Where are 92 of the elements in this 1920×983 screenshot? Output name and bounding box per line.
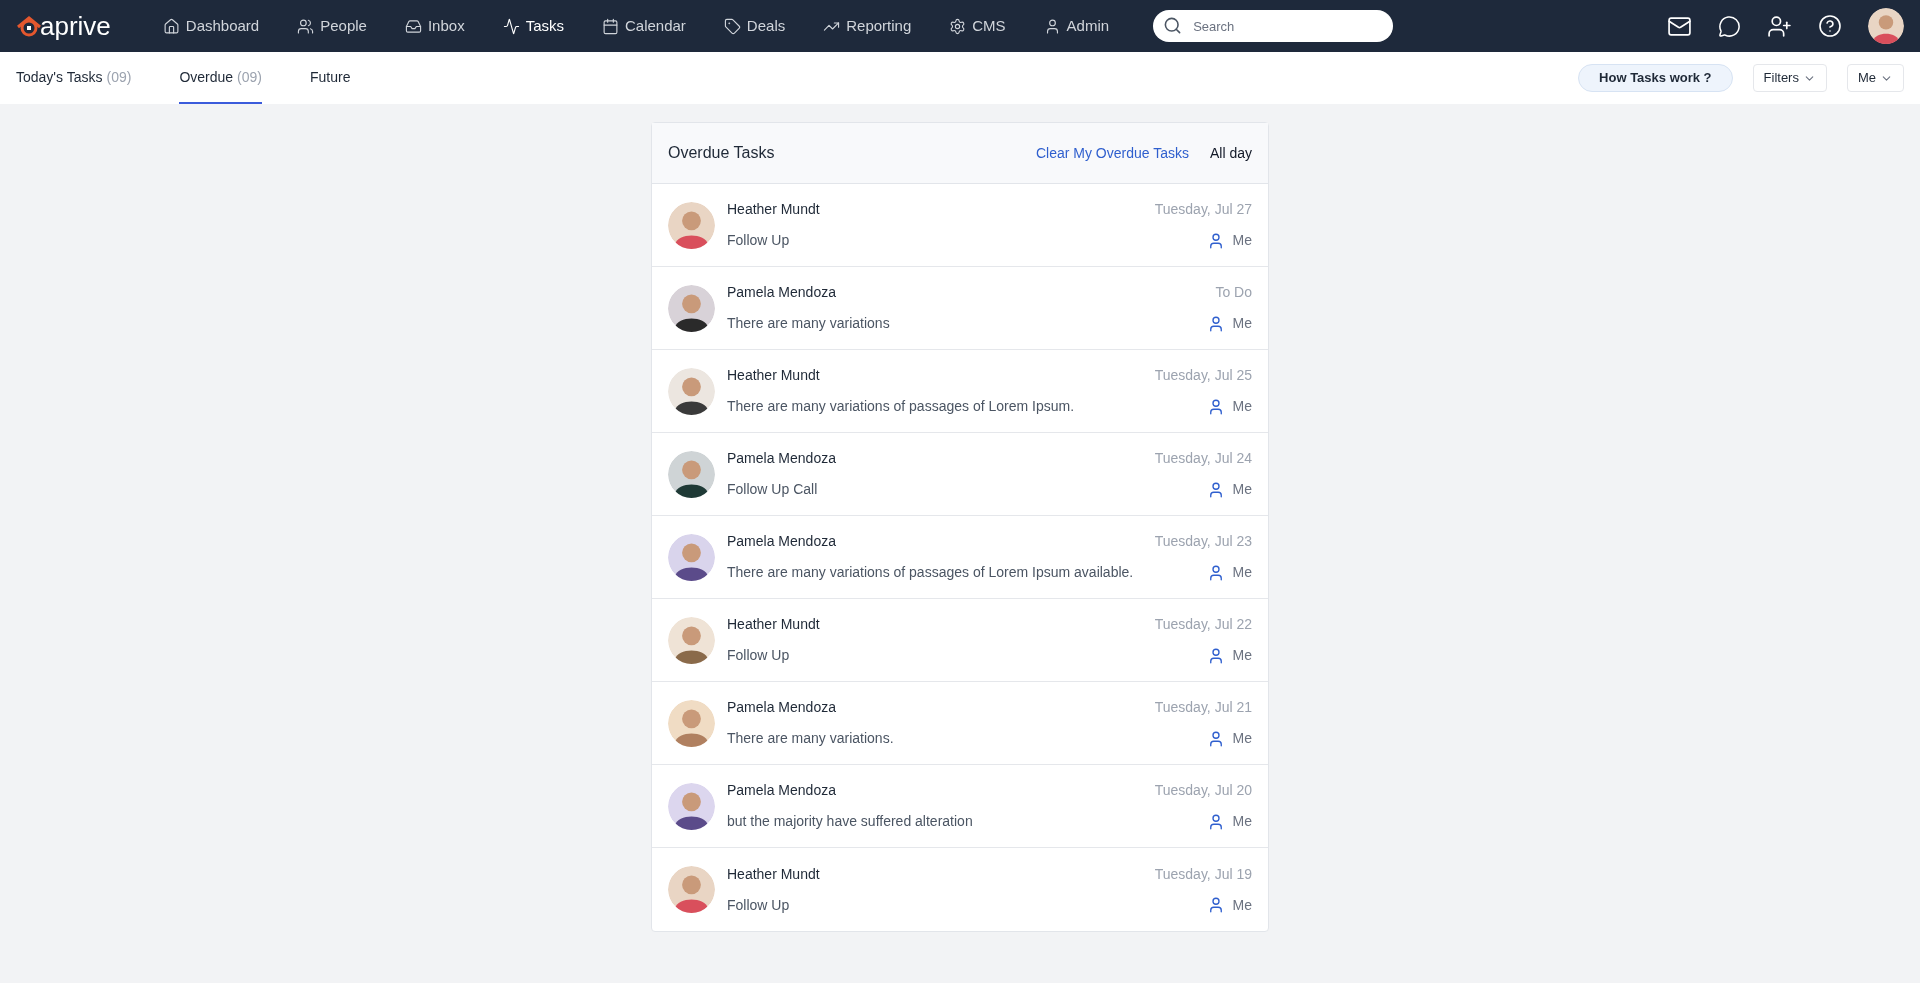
- contact-name: Pamela Mendoza: [727, 532, 837, 551]
- due-date: Tuesday, Jul 19: [1154, 864, 1252, 884]
- nav-item[interactable]: Reporting: [823, 14, 912, 38]
- logo-icon: [16, 15, 42, 37]
- task-description: Follow Up: [727, 895, 791, 915]
- assignee: Me: [1232, 480, 1252, 499]
- task-description: There are many variations of passages of Lorem Ipsum available.: [727, 563, 1134, 582]
- tab-count: (09): [237, 67, 262, 87]
- avatar: [668, 201, 715, 249]
- contact-name: Heather Mundt: [727, 615, 820, 634]
- user-avatar: [1868, 8, 1904, 44]
- inbox-icon: [404, 17, 422, 35]
- contact-name: Heather Mundt: [727, 864, 820, 884]
- contact-name: Pamela Mendoza: [727, 449, 836, 468]
- tag-icon: [723, 17, 741, 35]
- tab-label: Today's Tasks: [16, 67, 103, 87]
- due-date: Tuesday, Jul 23: [1154, 532, 1252, 551]
- contact-name: Pamela Mendoza: [727, 781, 837, 800]
- contact-name: Pamela Mendoza: [727, 698, 837, 717]
- owner-dropdown[interactable]: Me: [1846, 64, 1904, 92]
- avatar: [668, 699, 715, 747]
- clear-overdue-link[interactable]: Clear My Overdue Tasks: [1035, 142, 1189, 164]
- task-row[interactable]: Pamela Mendoza Follow Up Call Tuesday, Jul 24 Me: [652, 433, 1268, 516]
- due-date: Tuesday, Jul 20: [1154, 781, 1252, 800]
- task-description: Follow Up: [727, 231, 791, 250]
- nav-item[interactable]: Deals: [723, 14, 786, 38]
- search-icon: [1163, 16, 1183, 35]
- task-description: but the majority have suffered alteration: [727, 812, 973, 831]
- nav-item[interactable]: Inbox: [404, 14, 465, 38]
- task-description: There are many variations of passages of Lorem Ipsum.: [727, 397, 1075, 416]
- due-date: Tuesday, Jul 24: [1154, 449, 1252, 468]
- all-day-label: All day: [1209, 143, 1252, 163]
- tab-label: Overdue: [179, 67, 234, 87]
- task-row[interactable]: Pamela Mendoza There are many variations To Do Me: [652, 267, 1268, 350]
- due-date: Tuesday, Jul 25: [1154, 366, 1252, 385]
- help-button[interactable]: How Tasks work ?: [1578, 64, 1733, 92]
- assignee: Me: [1232, 397, 1252, 416]
- nav-item[interactable]: People: [297, 14, 367, 38]
- nav-item[interactable]: Calendar: [602, 14, 686, 38]
- nav-item[interactable]: Admin: [1043, 14, 1110, 38]
- task-description: There are many variations.: [727, 729, 894, 748]
- task-row[interactable]: Heather Mundt Follow Up Tuesday, Jul 27 Me: [652, 184, 1268, 267]
- tab-label: Future: [310, 67, 351, 87]
- assignee: Me: [1232, 646, 1252, 665]
- due-date: Tuesday, Jul 27: [1154, 200, 1252, 219]
- avatar: [668, 866, 715, 913]
- help-icon[interactable]: [1818, 14, 1842, 38]
- nav-item[interactable]: Dashboard: [162, 14, 260, 38]
- task-description: Follow Up Call: [727, 480, 819, 499]
- task-row[interactable]: Pamela Mendoza There are many variations. Tuesday, Jul 21 Me: [652, 682, 1268, 765]
- panel-title: Overdue Tasks: [668, 143, 775, 163]
- task-description: There are many variations: [727, 314, 890, 333]
- avatar: [668, 367, 715, 415]
- due-date: Tuesday, Jul 21: [1154, 698, 1252, 717]
- avatar: [668, 782, 715, 830]
- contact-name: Heather Mundt: [727, 366, 821, 385]
- contact-name: Pamela Mendoza: [727, 283, 837, 302]
- assignee: Me: [1232, 812, 1252, 831]
- assignee: Me: [1232, 314, 1252, 333]
- task-row[interactable]: Heather Mundt There are many variations of passages of Lorem Ipsum. Tuesday, Jul 25 Me: [652, 350, 1268, 433]
- task-description: Follow Up: [727, 646, 791, 665]
- chat-icon[interactable]: [1718, 14, 1741, 38]
- settings-icon: [949, 17, 967, 35]
- contact-name: Heather Mundt: [727, 200, 820, 219]
- calendar-icon: [602, 17, 619, 35]
- assignee: Me: [1232, 895, 1252, 915]
- brand-name: aprive: [40, 13, 111, 39]
- add-user-icon[interactable]: [1767, 13, 1792, 39]
- tab[interactable]: Today's Tasks (09): [16, 52, 132, 104]
- filters-dropdown[interactable]: Filters: [1752, 64, 1827, 92]
- pulse-icon: [502, 17, 520, 35]
- search-field[interactable]: Search: [1153, 10, 1394, 42]
- avatar: [668, 450, 715, 498]
- due-date: Tuesday, Jul 22: [1154, 615, 1252, 634]
- people-icon: [297, 17, 315, 35]
- nav-item[interactable]: Tasks: [502, 14, 564, 38]
- task-row[interactable]: Pamela Mendoza but the majority have suffered alteration Tuesday, Jul 20 Me: [652, 765, 1268, 848]
- tab[interactable]: Overdue (09): [179, 52, 262, 104]
- avatar: [668, 284, 715, 332]
- tab[interactable]: Future: [310, 52, 351, 104]
- assignee: Me: [1232, 729, 1252, 748]
- tab-count: (09): [106, 67, 132, 87]
- home-icon: [162, 17, 180, 35]
- task-row[interactable]: Heather Mundt Follow Up Tuesday, Jul 19 Me: [652, 848, 1268, 931]
- assignee: Me: [1232, 231, 1252, 250]
- assignee: Me: [1232, 563, 1252, 582]
- nav-item[interactable]: CMS: [949, 14, 1006, 38]
- avatar: [668, 616, 715, 664]
- avatar: [668, 533, 715, 581]
- task-row[interactable]: Pamela Mendoza There are many variations of passages of Lorem Ipsum available. Tuesday, Jul 23 Me: [652, 516, 1268, 599]
- due-date: To Do: [1215, 283, 1252, 302]
- task-row[interactable]: Heather Mundt Follow Up Tuesday, Jul 22 Me: [652, 599, 1268, 682]
